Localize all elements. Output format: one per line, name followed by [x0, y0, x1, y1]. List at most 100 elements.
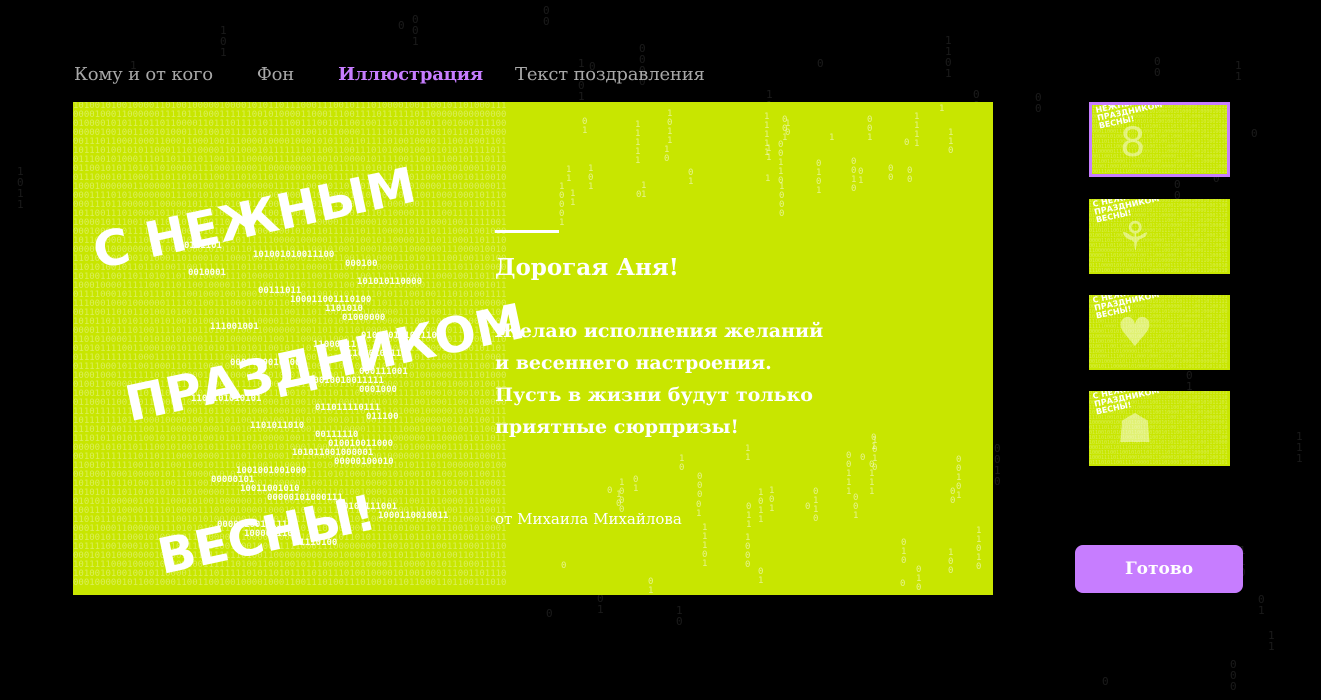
- pattern-column: 0: [636, 190, 642, 200]
- pattern-column: 1 0: [664, 145, 670, 164]
- pattern-column: 1 1 0 1 0: [976, 526, 982, 572]
- pattern-column: 1 1: [766, 144, 772, 163]
- pattern-column: 0: [904, 138, 910, 148]
- rain-digit-column: 1 1: [1235, 59, 1242, 83]
- pattern-column: 1: [765, 174, 771, 184]
- rain-digit-column: 1 0 1: [220, 24, 227, 59]
- rain-digit-column: 0 0 0: [1230, 658, 1237, 693]
- pattern-column: 0 1: [858, 167, 864, 186]
- pattern-column: 1 1 1 1: [914, 112, 920, 149]
- pattern-column: 0 1 0 1: [816, 159, 822, 196]
- pattern-column: 0 1: [696, 500, 702, 519]
- postcard-preview: 1010010100100001101001000001000010101101…: [73, 102, 993, 595]
- pattern-column: 0 0 0: [697, 472, 703, 500]
- rose-illustration-icon: 8: [1120, 120, 1146, 166]
- page: 1 00 1 11 0 0 00 0 001 10 0 1 00 00 0 1 …: [0, 0, 1321, 700]
- rain-digit-column: 1 1 1: [1296, 430, 1303, 465]
- tab-recipient[interactable]: Кому и от кого: [74, 62, 213, 88]
- card-greeting: Дорогая Аня!: [495, 254, 679, 281]
- pattern-column: 0 1: [582, 117, 588, 136]
- rain-digit-column: 1 1 0 1: [945, 34, 952, 80]
- pattern-column: 1 1: [570, 189, 576, 208]
- done-button[interactable]: Готово: [1075, 545, 1243, 593]
- pattern-column: 1 1 1 1 1: [635, 120, 641, 166]
- rain-digit-column: 0: [546, 607, 553, 620]
- pattern-column: 0 0 1 0 1: [956, 455, 962, 501]
- pattern-column: 1 0 0 0: [745, 533, 751, 570]
- pattern-column: 1 1: [745, 444, 751, 463]
- pattern-column: 0 0 1 1 0: [778, 140, 784, 186]
- pattern-column: 1 1 1 1 1: [764, 112, 770, 158]
- rain-digit-column: 0: [1102, 675, 1109, 688]
- pattern-column: 1 0 1: [588, 164, 594, 192]
- pattern-column: 0 1 1 1: [869, 460, 875, 497]
- rain-digit-column: 0 0 1 0: [994, 442, 1001, 488]
- pattern-column: 1 0: [616, 490, 622, 509]
- rain-digit-column: 0: [398, 19, 405, 32]
- pattern-column: 1: [829, 133, 835, 143]
- teddy-bear-illustration-icon: ☗: [1117, 406, 1153, 452]
- pattern-column: 0 1 0: [916, 565, 922, 593]
- headline-line: ПРАЗДНИКОМ: [120, 293, 530, 434]
- pattern-column: 0 0: [950, 487, 956, 506]
- illustration-thumbnail-4[interactable]: 0100100100010011100111010010101110011100…: [1089, 391, 1230, 466]
- message-line: Пусть в жизни будут только: [495, 384, 813, 406]
- pattern-column: 0 1: [688, 168, 694, 187]
- pattern-column: 0 1 1 1 0: [648, 577, 654, 596]
- pattern-column: 0 1 1 0: [813, 487, 819, 524]
- message-line: приятные сюрпризы!: [495, 416, 739, 438]
- pattern-column: 0: [607, 486, 613, 496]
- heart-illustration-icon: ♥: [1117, 310, 1153, 356]
- pattern-column: 1 0 0 0 1: [559, 182, 565, 228]
- illustration-thumbnail-2[interactable]: 1000001111001100100010110001000000100010…: [1089, 199, 1230, 274]
- tab-background[interactable]: Фон: [257, 62, 294, 88]
- illustration-thumbnail-3[interactable]: 0100000100110001010110010100110000100011…: [1089, 295, 1230, 370]
- pattern-column: 0 0 1: [853, 493, 859, 521]
- pattern-column: 0 1 1: [746, 502, 752, 530]
- rain-digit-column: 0 0: [543, 4, 550, 28]
- pattern-column: 1 0 1 1: [758, 488, 764, 525]
- pattern-column: 0: [900, 579, 906, 589]
- pattern-column: 0 0 1: [867, 115, 873, 143]
- pattern-column: 0 0: [907, 166, 913, 185]
- pattern-column: 0 0: [888, 164, 894, 183]
- pattern-column: 0 1 0: [901, 538, 907, 566]
- card-signature: от Михаила Михайлова: [495, 510, 682, 528]
- rain-digit-column: 0 0: [1154, 55, 1161, 79]
- message-line: и весеннего настроения.: [495, 352, 772, 374]
- pattern-column: 0 1: [633, 475, 639, 494]
- pattern-column: 0 0 1: [782, 115, 788, 143]
- tab-greeting-text[interactable]: Текст поздравления: [515, 62, 705, 88]
- tab-illustration[interactable]: Иллюстрация: [338, 62, 483, 88]
- pattern-column: 1 1 1 0 1: [702, 523, 708, 569]
- pattern-column: 0: [860, 453, 866, 463]
- pattern-column: 1 0 0 0: [779, 182, 785, 219]
- rain-digit-column: 0 0: [1035, 91, 1042, 115]
- editor-tabs: Кому и от кого Фон Иллюстрация Текст поз…: [74, 62, 749, 88]
- pattern-column: 1 1: [566, 165, 572, 184]
- rain-digit-column: 0 1: [597, 592, 604, 616]
- pattern-column: 1 0 1 1: [667, 109, 673, 146]
- card-message: Желаю исполнения желаний и весеннего нас…: [495, 315, 895, 443]
- pattern-column: 1: [939, 104, 945, 114]
- pattern-column: 1 1: [641, 181, 647, 200]
- flowers-illustration-icon: ⚘: [1117, 214, 1153, 260]
- pattern-column: 1 1 0: [948, 128, 954, 156]
- text-divider: [495, 230, 559, 233]
- rain-digit-column: 0: [817, 57, 824, 70]
- pattern-column: 1 0 0: [948, 548, 954, 576]
- rain-digit-column: 0 1: [1258, 593, 1265, 617]
- rain-digit-column: 0: [1251, 127, 1258, 140]
- pattern-column: 0 0 1 1 1: [846, 451, 852, 497]
- rain-digit-column: 1 1: [1268, 629, 1275, 653]
- headline-line: С НЕЖНЫМ: [87, 156, 421, 281]
- pattern-column: 1 0 1: [769, 486, 775, 514]
- pattern-column: 0 0 1 0: [851, 157, 857, 194]
- pattern-column: 0: [805, 502, 811, 512]
- pattern-column: 0 1: [758, 567, 764, 586]
- pattern-column: 1 0: [679, 454, 685, 473]
- message-line: Желаю исполнения желаний: [495, 320, 824, 342]
- rain-digit-column: 1 0: [676, 604, 683, 628]
- rain-digit-column: 0 0 1: [412, 13, 419, 48]
- illustration-thumbnail-1[interactable]: 1110110011000010110011001001001000011111…: [1089, 102, 1230, 177]
